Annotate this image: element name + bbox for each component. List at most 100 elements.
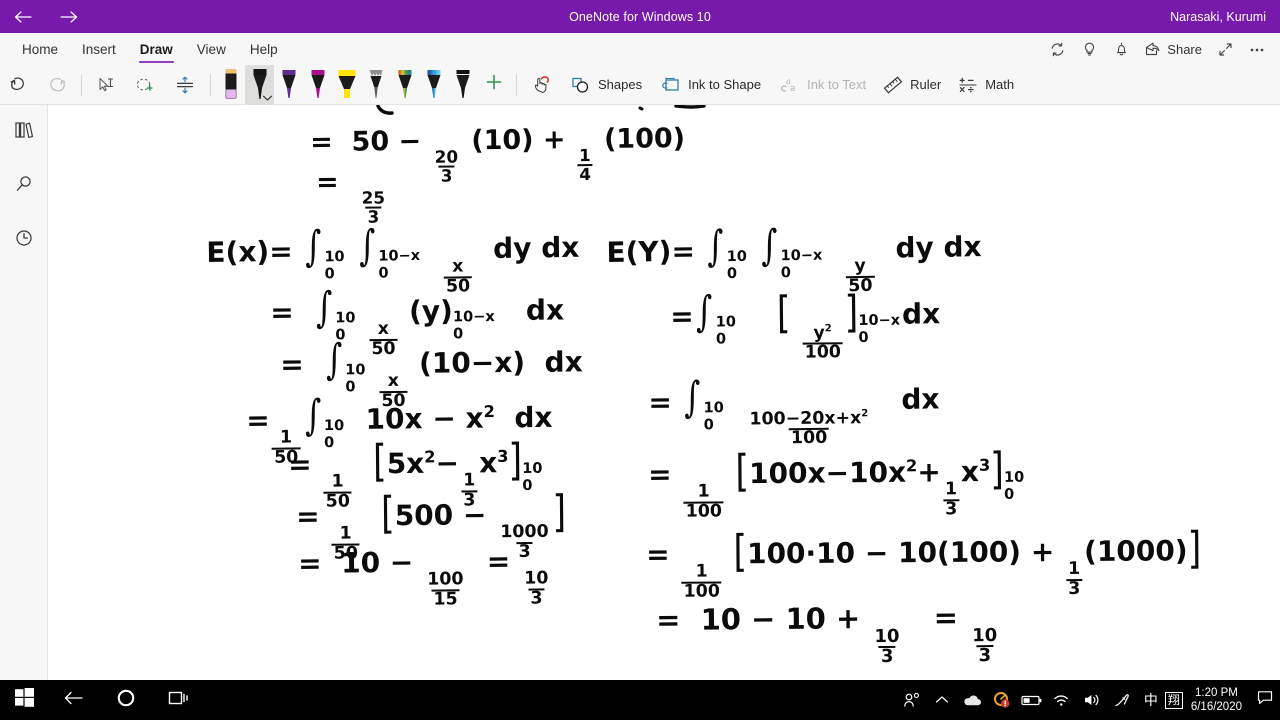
math-label: Math bbox=[985, 77, 1015, 92]
left-rail bbox=[0, 105, 48, 680]
ribbon-divider-1 bbox=[81, 73, 82, 96]
ink-line-left-9: = 10 − 100/15 = 10/3 = 10 − 10015 = 103 bbox=[298, 544, 549, 610]
show-hidden-icons-icon[interactable] bbox=[927, 680, 957, 720]
ink-to-shape-label: Ink to Shape bbox=[688, 77, 762, 92]
app-status-icon[interactable] bbox=[987, 680, 1017, 720]
pen-workspace-icon[interactable] bbox=[1107, 680, 1137, 720]
ink-to-text-button[interactable]: aa Ink to Text bbox=[769, 65, 874, 105]
math-button[interactable]: Math bbox=[949, 65, 1022, 105]
ruler-button[interactable]: Ruler bbox=[874, 65, 949, 105]
redo-icon bbox=[46, 75, 68, 95]
tab-home[interactable]: Home bbox=[10, 33, 70, 65]
add-pen-button[interactable] bbox=[477, 65, 511, 105]
plus-icon bbox=[484, 72, 504, 97]
pen-eraser[interactable] bbox=[216, 65, 245, 105]
note-canvas[interactable]: = 50 − 20/3 (10) + 1/4 (100) = 50 − 203 … bbox=[48, 105, 1280, 680]
ribbon-tab-strip: Home Insert Draw View Help Share bbox=[0, 33, 1280, 65]
taskbar-back-button[interactable] bbox=[48, 680, 100, 720]
search-icon bbox=[12, 173, 36, 200]
start-button[interactable] bbox=[0, 680, 48, 720]
undo-button[interactable] bbox=[0, 65, 38, 105]
insert-space-button[interactable] bbox=[165, 65, 205, 105]
select-tool-button[interactable] bbox=[87, 65, 125, 105]
draw-ribbon: Shapes Ink to Shape aa Ink to Text Ruler bbox=[0, 64, 1280, 105]
back-arrow-icon bbox=[13, 9, 33, 25]
ink-to-shape-icon bbox=[658, 75, 682, 95]
title-bar: OneNote for Windows 10 Narasaki, Kurumi bbox=[0, 0, 1280, 33]
back-button[interactable] bbox=[0, 0, 46, 33]
onenote-window: OneNote for Windows 10 Narasaki, Kurumi … bbox=[0, 0, 1280, 720]
pen-black-2[interactable] bbox=[448, 65, 477, 105]
ime-mode-indicator[interactable]: 中 bbox=[1137, 690, 1165, 710]
shapes-icon bbox=[570, 75, 592, 95]
people-icon[interactable] bbox=[897, 680, 927, 720]
pen-options-chevron-icon[interactable] bbox=[262, 94, 273, 102]
redo-button[interactable] bbox=[38, 65, 76, 105]
account-name[interactable]: Narasaki, Kurumi bbox=[1170, 10, 1266, 24]
lasso-select-button[interactable] bbox=[125, 65, 165, 105]
forward-arrow-icon bbox=[59, 9, 79, 25]
wifi-icon[interactable] bbox=[1047, 680, 1077, 720]
notebooks-icon bbox=[12, 119, 36, 146]
share-button[interactable]: Share bbox=[1138, 33, 1208, 65]
draw-with-touch-button[interactable] bbox=[522, 65, 562, 105]
pen-black-selected[interactable] bbox=[245, 64, 274, 105]
shapes-label: Shapes bbox=[598, 77, 643, 92]
ink-line-right-6: = 10 − 10 + 10/3 = 10/3 = 10 − 10 + 103 … bbox=[656, 600, 998, 667]
taskbar-clock[interactable]: 1:20 PM 6/16/2020 bbox=[1187, 686, 1250, 714]
cortana-button[interactable] bbox=[100, 680, 152, 720]
bell-icon bbox=[1113, 41, 1130, 58]
tab-view[interactable]: View bbox=[185, 33, 238, 65]
ink-line-right-2: = ∫₀¹⁰ [y²/100]₀^(10−x) dx =∫100 [ y2100… bbox=[670, 286, 941, 363]
sync-button[interactable] bbox=[1042, 33, 1072, 65]
text-select-icon bbox=[95, 75, 117, 95]
onedrive-icon[interactable] bbox=[957, 680, 987, 720]
ink-clipped-top bbox=[376, 105, 706, 115]
system-tray: 中 翔 1:20 PM 6/16/2020 bbox=[897, 680, 1280, 720]
sync-icon bbox=[1049, 41, 1066, 58]
sidebar-item-search[interactable] bbox=[4, 169, 44, 203]
tab-help[interactable]: Help bbox=[238, 33, 290, 65]
ime-input-indicator[interactable]: 翔 bbox=[1164, 691, 1183, 709]
svg-text:a: a bbox=[790, 84, 796, 94]
ink-line-right-4: = 1/100 [100x − 10x² + 1/3 x³]₀¹⁰ = 1100… bbox=[648, 444, 1025, 522]
task-view-icon bbox=[166, 688, 190, 713]
ink-line-left-2: = 25/3 = 253 bbox=[316, 166, 386, 227]
draw-with-touch-icon bbox=[530, 74, 554, 96]
task-view-button[interactable] bbox=[152, 680, 204, 720]
pen-purple[interactable] bbox=[274, 65, 303, 105]
fullscreen-button[interactable] bbox=[1210, 33, 1240, 65]
shapes-button[interactable]: Shapes bbox=[562, 65, 650, 105]
sidebar-item-recent[interactable] bbox=[4, 223, 44, 257]
battery-icon[interactable] bbox=[1017, 680, 1047, 720]
highlighter-yellow[interactable] bbox=[332, 65, 361, 105]
ink-to-shape-button[interactable]: Ink to Shape bbox=[650, 65, 769, 105]
window-title: OneNote for Windows 10 bbox=[569, 9, 711, 24]
undo-icon bbox=[8, 75, 30, 95]
tab-draw[interactable]: Draw bbox=[128, 33, 185, 65]
pen-rainbow[interactable] bbox=[390, 65, 419, 105]
notifications-button[interactable] bbox=[1106, 33, 1136, 65]
cortana-circle-icon bbox=[115, 687, 137, 714]
pen-galaxy[interactable] bbox=[419, 65, 448, 105]
ellipsis-icon bbox=[1248, 41, 1266, 58]
action-center-button[interactable] bbox=[1250, 680, 1280, 720]
ruler-icon bbox=[882, 75, 904, 95]
sidebar-item-notebooks[interactable] bbox=[4, 115, 44, 149]
clock-date: 6/16/2020 bbox=[1190, 701, 1242, 713]
share-label: Share bbox=[1167, 41, 1202, 57]
pencil-gray[interactable] bbox=[361, 65, 390, 105]
pen-magenta[interactable] bbox=[303, 65, 332, 105]
insert-space-icon bbox=[173, 75, 197, 95]
more-options-button[interactable] bbox=[1242, 33, 1272, 65]
ink-to-text-label: Ink to Text bbox=[807, 77, 867, 92]
taskbar-left-buttons bbox=[0, 680, 204, 720]
lightbulb-icon bbox=[1081, 41, 1098, 58]
forward-button[interactable] bbox=[46, 0, 92, 33]
lasso-select-icon bbox=[133, 75, 157, 95]
tab-insert[interactable]: Insert bbox=[70, 33, 128, 65]
tell-me-button[interactable] bbox=[1074, 33, 1104, 65]
ribbon-divider-3 bbox=[516, 73, 517, 96]
windows-logo-icon bbox=[14, 688, 34, 712]
volume-icon[interactable] bbox=[1077, 680, 1107, 720]
